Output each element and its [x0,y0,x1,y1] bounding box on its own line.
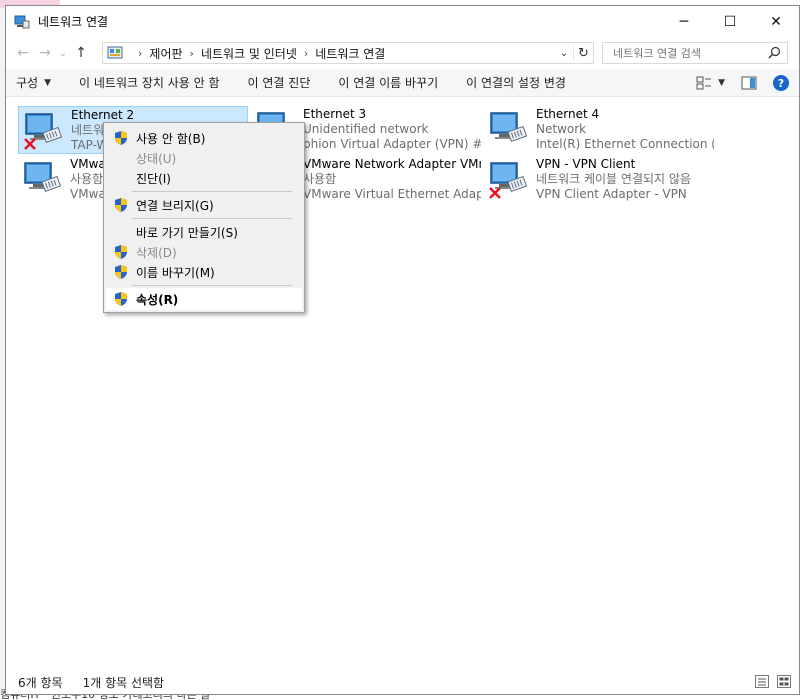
organize-label: 구성 [16,76,39,90]
breadcrumb-network-connections[interactable]: 네트워크 연결 [315,45,385,62]
status-bar: 6개 항목 1개 항목 선택함 [6,670,799,694]
menu-label: 사용 안 함(B) [136,131,206,146]
connection-name: VPN - VPN Client [536,157,636,171]
minimize-button[interactable]: ─ [661,6,707,37]
navigation-bar: ← → ⌄ ↑ › 제어판 › 네트워크 및 인터넷 › 네트워크 연결 ⌄ ↻ [6,39,799,67]
connection-item[interactable]: VPN - VPN Client 네트워크 케이블 연결되지 않음 VPN Clie… [484,156,714,204]
connection-adapter: VMware Virtual Ethernet Adapter... [303,187,481,201]
connection-status: Network [536,122,587,136]
command-bar: 구성 ▼ 이 네트워크 장치 사용 안 함 이 연결 진단 이 연결 이름 바꾸… [6,69,799,97]
address-bar[interactable]: › 제어판 › 네트워크 및 인터넷 › 네트워크 연결 ⌄ ↻ [102,42,594,64]
connection-name: VMware Network Adapter VMnet8 [303,157,481,171]
connection-name: Ethernet 3 [303,107,367,121]
uac-shield-icon [115,245,127,259]
connection-status: 사용함 [303,172,337,186]
connection-adapter: phion Virtual Adapter (VPN) #2 [303,137,481,151]
menu-item-properties[interactable]: 속성(R) [106,288,302,310]
menu-label: 삭제(D) [136,245,177,260]
uac-shield-icon [115,292,127,306]
chevron-down-icon[interactable]: ▼ [718,78,725,88]
menu-label: 속성(R) [136,292,179,307]
refresh-icon[interactable]: ↻ [573,45,593,61]
breadcrumb-separator: › [189,46,194,60]
connection-adapter: Intel(R) Ethernet Connection (2) I... [536,137,714,151]
back-button[interactable]: ← [12,42,34,64]
connection-adapter: VPN Client Adapter - VPN [536,187,687,201]
network-adapter-icon [24,113,63,150]
disable-device-button[interactable]: 이 네트워크 장치 사용 안 함 [65,69,234,97]
item-count: 6개 항목 [18,675,63,690]
uac-shield-icon [115,131,127,145]
network-adapter-icon [489,162,528,199]
window-title: 네트워크 연결 [38,15,109,29]
disconnected-x-icon [489,187,501,199]
context-menu: 사용 안 함(B) 상태(U) 진단(I) 연결 브리지(G) 바로 가기 만들… [103,122,305,313]
menu-item-delete[interactable]: 삭제(D) [106,241,302,263]
large-icons-view-icon[interactable] [777,675,791,688]
disconnected-x-icon [24,138,36,150]
selected-count: 1개 항목 선택함 [82,675,165,690]
uac-shield-icon [115,265,127,279]
connection-item[interactable]: Ethernet 4 Network Intel(R) Ethernet Conne… [484,106,714,154]
search-icon [768,46,781,59]
connection-text: Ethernet 4 Network Intel(R) Ethernet Conne… [536,107,714,152]
up-button[interactable]: ↑ [70,42,92,64]
menu-item-create-shortcut[interactable]: 바로 가기 만들기(S) [106,221,302,243]
menu-label: 바로 가기 만들기(S) [136,225,238,240]
connection-text: VPN - VPN Client 네트워크 케이블 연결되지 않음 VPN Clie… [536,157,714,202]
search-input[interactable] [603,46,763,60]
window-controls: ─ ☐ ✕ [661,6,799,37]
rename-connection-button[interactable]: 이 연결 이름 바꾸기 [324,69,452,97]
connection-status: 네트워크 케이블 연결되지 않음 [536,172,691,186]
breadcrumb-network-internet[interactable]: 네트워크 및 인터넷 [201,45,297,62]
menu-item-disable[interactable]: 사용 안 함(B) [106,127,302,149]
connection-name: Ethernet 4 [536,107,600,121]
connection-text: Ethernet 3 Unidentified network phion Virt… [303,107,481,152]
menu-label: 상태(U) [136,151,177,166]
connection-name: Ethernet 2 [71,108,135,122]
view-options-icon[interactable] [696,76,712,90]
control-panel-icon [107,46,123,59]
menu-label: 진단(I) [136,171,171,186]
network-adapter-icon [490,112,528,143]
help-icon[interactable]: ? [773,75,789,91]
menu-item-rename[interactable]: 이름 바꾸기(M) [106,261,302,283]
preview-pane-icon[interactable] [741,76,757,90]
address-dropdown-icon[interactable]: ⌄ [555,48,573,59]
menu-label: 이름 바꾸기(M) [136,265,215,280]
breadcrumb-separator: › [138,46,143,60]
menu-label: 연결 브리지(G) [136,198,214,213]
maximize-button[interactable]: ☐ [707,6,753,37]
menu-separator [132,191,292,192]
menu-separator [132,218,292,219]
breadcrumb-control-panel[interactable]: 제어판 [149,45,182,62]
chevron-down-icon: ▼ [44,77,52,88]
recent-locations-button[interactable]: ⌄ [56,42,70,64]
uac-shield-icon [115,198,127,212]
connection-status: Unidentified network [303,122,429,136]
breadcrumb-separator: › [303,46,309,60]
forward-button[interactable]: → [34,42,56,64]
menu-item-status[interactable]: 상태(U) [106,147,302,169]
details-view-icon[interactable] [755,675,769,688]
search-box[interactable] [602,42,788,64]
organize-menu[interactable]: 구성 ▼ [6,69,65,97]
title-bar[interactable]: 네트워크 연결 ─ ☐ ✕ [6,6,799,37]
network-adapter-icon [24,162,62,193]
network-connections-window: 네트워크 연결 ─ ☐ ✕ ← → ⌄ ↑ › 제어판 › 네트워크 및 인터넷… [5,5,800,695]
menu-item-diagnose[interactable]: 진단(I) [106,167,302,189]
change-settings-button[interactable]: 이 연결의 설정 변경 [452,69,580,97]
close-button[interactable]: ✕ [753,6,799,37]
menu-item-bridge[interactable]: 연결 브리지(G) [106,194,302,216]
connection-text: VMware Network Adapter VMnet8사용함VMware V… [303,157,481,202]
network-connections-icon [14,15,30,28]
diagnose-connection-button[interactable]: 이 연결 진단 [234,69,325,97]
menu-separator [132,285,292,286]
